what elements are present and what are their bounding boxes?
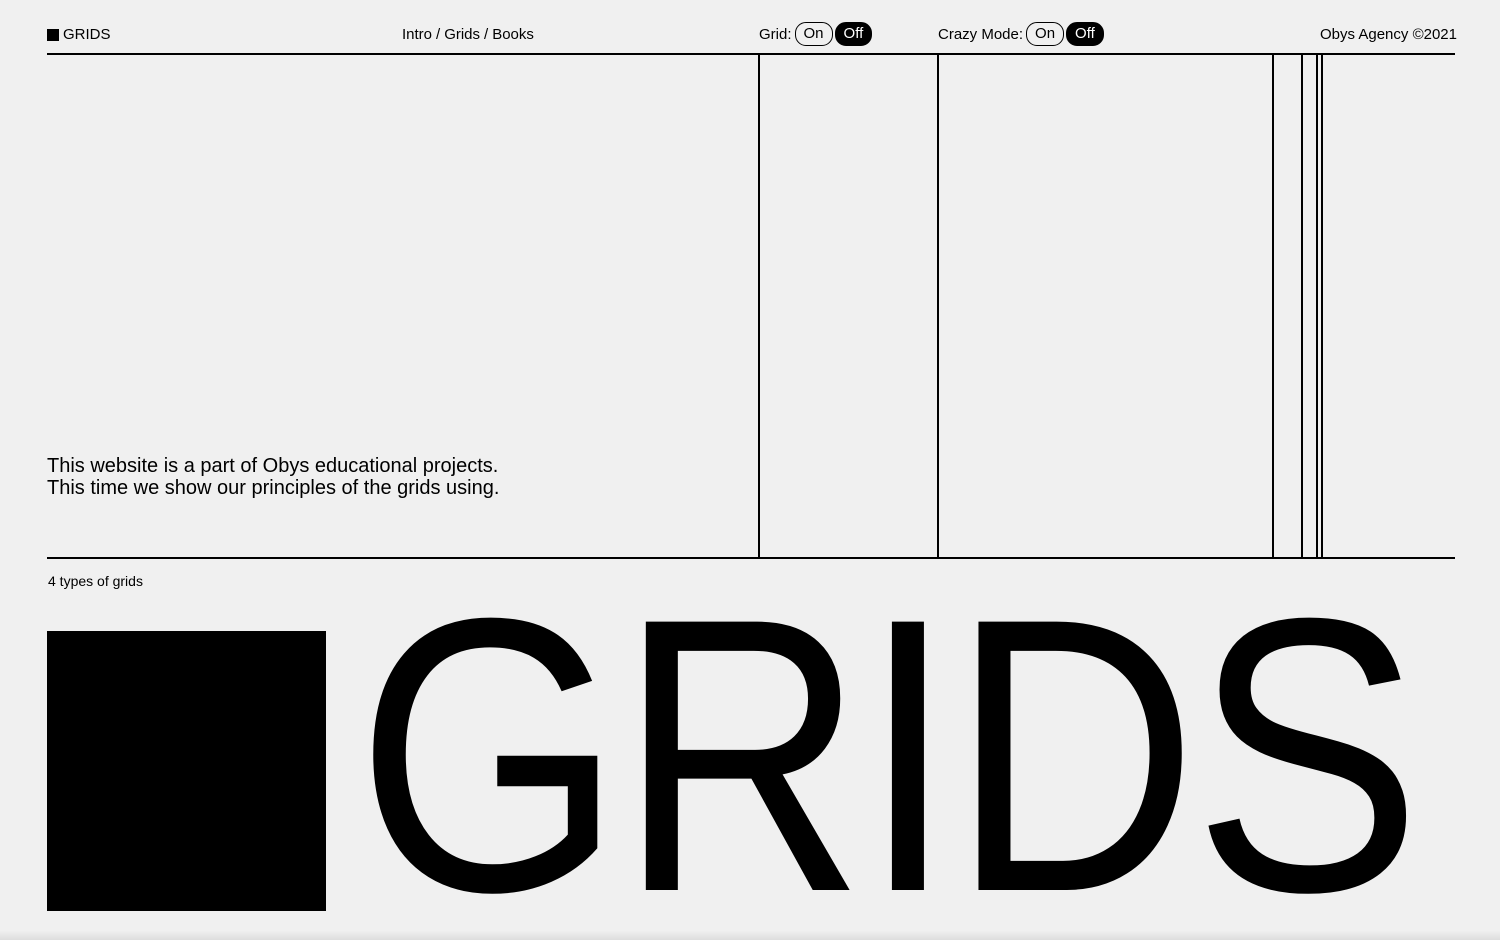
grid-column-line <box>1301 54 1303 558</box>
intro-line-1: This website is a part of Obys education… <box>47 455 499 477</box>
breadcrumb: Intro / Grids / Books <box>402 26 534 43</box>
crazy-mode-label: Crazy Mode: <box>938 25 1024 43</box>
intro-text: This website is a part of Obys education… <box>47 455 499 499</box>
breadcrumb-books[interactable]: Books <box>492 26 534 43</box>
page: GRIDS Intro / Grids / Books Grid: On Off Cra… <box>0 0 1500 940</box>
logo-link[interactable]: GRIDS <box>47 26 111 43</box>
grid-on-button[interactable]: On <box>794 22 833 46</box>
black-square-graphic <box>47 631 326 911</box>
hero-title: GRIDS <box>356 537 1422 940</box>
square-icon <box>47 28 59 41</box>
header: GRIDS Intro / Grids / Books Grid: On Off Cra… <box>0 0 1500 54</box>
grid-column-line <box>758 54 760 558</box>
grid-column-line <box>1316 54 1318 558</box>
intro-line-2: This time we show our principles of the … <box>47 477 500 499</box>
crazy-mode-off-button[interactable]: Off <box>1066 22 1104 46</box>
grid-off-button[interactable]: Off <box>834 22 873 46</box>
bottom-shadow <box>0 930 1500 940</box>
grid-toggle-label: Grid: <box>759 25 792 43</box>
section-label: 4 types of grids <box>48 573 143 589</box>
crazy-mode-on-button[interactable]: On <box>1026 22 1065 46</box>
breadcrumb-grids[interactable]: Grids <box>444 26 480 43</box>
copyright: Obys Agency ©2021 <box>1320 26 1457 43</box>
grid-column-line <box>1321 54 1323 558</box>
logo-label: GRIDS <box>63 26 111 43</box>
grid-toggle: Grid: On Off <box>759 22 874 46</box>
breadcrumb-separator: / <box>484 26 489 43</box>
breadcrumb-intro[interactable]: Intro <box>402 26 432 43</box>
top-divider <box>47 53 1455 55</box>
grid-column-line <box>937 54 939 558</box>
breadcrumb-separator: / <box>436 26 441 43</box>
grid-column-line <box>1272 54 1274 558</box>
crazy-mode-toggle: Crazy Mode: On Off <box>938 22 1106 46</box>
